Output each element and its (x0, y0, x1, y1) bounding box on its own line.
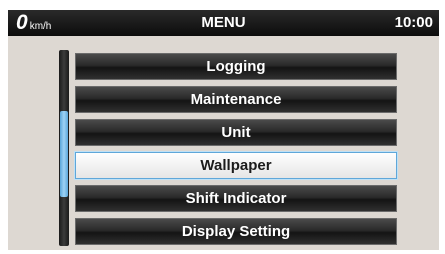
status-header: 0 km/h MENU 10:00 (8, 10, 439, 36)
clock: 10:00 (394, 14, 433, 31)
scrollbar-thumb[interactable] (60, 111, 68, 197)
menu-scrollbar[interactable] (59, 50, 69, 246)
menu-item-logging[interactable]: Logging (75, 53, 397, 80)
menu-screen: 0 km/h MENU 10:00 Logging Maintenance Un… (8, 10, 439, 250)
menu-item-wallpaper[interactable]: Wallpaper (75, 152, 397, 179)
menu-item-shift-indicator[interactable]: Shift Indicator (75, 185, 397, 212)
menu-item-maintenance[interactable]: Maintenance (75, 86, 397, 113)
menu-item-unit[interactable]: Unit (75, 119, 397, 146)
page-title: MENU (201, 14, 246, 31)
menu-list: Logging Maintenance Unit Wallpaper Shift… (75, 53, 397, 250)
menu-item-display-setting[interactable]: Display Setting (75, 218, 397, 245)
